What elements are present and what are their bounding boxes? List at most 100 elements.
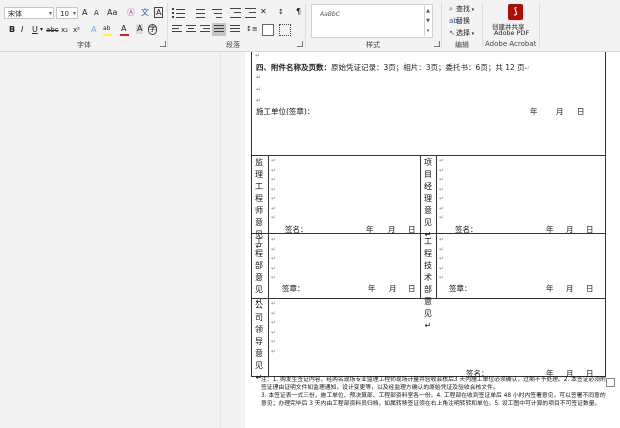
text-effects-button[interactable]: A <box>91 24 96 36</box>
superscript-button[interactable]: x² <box>73 24 80 36</box>
numbering-button[interactable] <box>192 8 206 18</box>
shading-button[interactable] <box>262 24 274 36</box>
paragraph-dialog-launcher-icon[interactable] <box>297 41 303 47</box>
table-col-border <box>436 155 437 298</box>
pm-sign-label: 签名： <box>455 225 478 234</box>
strikethrough-button[interactable]: abc <box>46 24 59 36</box>
supervisor-sign-label: 签名： <box>285 225 308 234</box>
pm-day: 日 <box>586 225 594 234</box>
italic-button[interactable]: I <box>21 24 23 36</box>
attachments-text: 原始凭证记录：3页；相片：3页；委托书：6页；共 12 页 <box>331 63 525 72</box>
sort-icon[interactable]: ↕ <box>278 6 284 18</box>
search-icon: ⌕ <box>449 5 453 13</box>
styles-gallery[interactable]: AaBbC ▲ ▼ ▾ <box>311 4 433 38</box>
gallery-scroll[interactable]: ▲ ▼ ▾ <box>424 6 431 36</box>
editing-group-label: 编辑 <box>455 41 469 49</box>
acrobat-pdf-label[interactable]: Adobe PDF <box>494 29 529 37</box>
footnote-1: 注：1. 购发生签证内容，经两名现场专业监理工程师现场计量并验收会核后3 天内施… <box>261 377 606 391</box>
supervisor-year: 年 <box>366 225 374 234</box>
scroll-up-icon[interactable]: ▲ <box>425 6 431 16</box>
find-label: 查找 <box>456 5 470 13</box>
styles-group-label: 样式 <box>366 41 380 49</box>
phonetic-guide-button[interactable]: 文 <box>141 7 149 19</box>
eng-dept-month: 月 <box>389 284 397 293</box>
engineering-dept-header: 工程部意见↵ <box>255 237 263 306</box>
scroll-down-icon[interactable]: ▼ <box>425 16 431 26</box>
grow-font-button[interactable]: A <box>82 7 87 19</box>
footnote-2: 3. 本签证表一式三份，施工单位、预决算部、工程部资料室各一份。4. 工程部在收… <box>261 393 606 407</box>
more-styles-icon[interactable]: ▾ <box>425 26 431 36</box>
show-marks-icon[interactable]: ¶ <box>296 6 301 18</box>
replace-label: 替换 <box>456 17 470 25</box>
font-dialog-launcher-icon[interactable] <box>160 41 166 47</box>
attachments-heading: 四、附件名称及页数： <box>256 63 331 72</box>
select-label: 选择 <box>456 29 470 37</box>
table-end-marker <box>606 378 615 387</box>
enclose-char-button[interactable]: 字 <box>148 24 157 35</box>
chevron-down-icon: ▾ <box>470 7 475 13</box>
shrink-font-button[interactable]: A <box>94 7 99 19</box>
builder-year: 年 <box>530 107 538 116</box>
line-spacing-icon[interactable]: ↕≡ <box>246 23 258 35</box>
char-border-button[interactable]: A <box>154 7 164 18</box>
select-icon: ↖ <box>449 29 455 37</box>
footnotes: 注：1. 购发生签证内容，经两名现场专业监理工程师现场计量并验收会核后3 天内施… <box>261 376 606 408</box>
paragraph-mark: ↵ <box>256 74 262 81</box>
align-center-button[interactable] <box>186 25 197 34</box>
align-right-button[interactable] <box>200 25 211 34</box>
replace-icon: ab <box>449 17 458 25</box>
char-shading-button[interactable]: A <box>136 24 144 34</box>
align-left-button[interactable] <box>172 25 183 34</box>
builder-day: 日 <box>577 107 585 116</box>
document-margin-area <box>0 52 221 428</box>
distributed-button[interactable] <box>230 25 241 34</box>
tech-dept-year: 年 <box>546 284 554 293</box>
group-separator <box>441 3 442 47</box>
group-separator <box>305 3 306 47</box>
styles-dialog-launcher-icon[interactable] <box>434 41 440 47</box>
increase-indent-button[interactable] <box>245 8 257 18</box>
tech-dept-month: 月 <box>566 284 574 293</box>
font-name-combo[interactable]: 宋体 ▾ <box>4 7 54 19</box>
select-button[interactable]: ↖选择 ▾ <box>449 28 474 38</box>
find-button[interactable]: ⌕ 查找 ▾ <box>449 4 474 14</box>
cell-paragraph-marks: ↵ ↵ ↵ ↵ ↵ <box>439 236 445 281</box>
cell-paragraph-marks: ↵ ↵ ↵ ↵ ↵ ↵ ↵ <box>271 157 277 221</box>
pm-month: 月 <box>566 225 574 234</box>
table-row-border <box>251 155 606 156</box>
clear-format-icon[interactable]: Ⓐ <box>127 7 135 19</box>
ribbon: 宋体 ▾ 10 ▾ A A Aa Ⓐ 文 A B I U ▾ abc x₂ x² A… <box>0 0 620 52</box>
builder-month: 月 <box>556 107 564 116</box>
eng-dept-year: 年 <box>368 284 376 293</box>
underline-button[interactable]: U <box>32 24 38 36</box>
replace-button[interactable]: ab替换 <box>449 16 470 26</box>
font-size-combo[interactable]: 10 ▾ <box>56 7 78 19</box>
project-manager-header: 项目经理意见↵ <box>424 158 432 239</box>
cell-paragraph-marks: ↵ ↵ ↵ ↵ ↵ ↵ <box>271 300 277 355</box>
change-case-button[interactable]: Aa <box>107 7 117 19</box>
chevron-down-icon: ▾ <box>470 31 475 37</box>
cell-paragraph-marks: ↵ ↵ ↵ ↵ ↵ <box>271 236 277 281</box>
highlight-color-swatch <box>103 34 112 36</box>
supervisor-month: 月 <box>388 225 396 234</box>
supervisor-day: 日 <box>408 225 416 234</box>
decrease-indent-button[interactable] <box>230 8 242 18</box>
underline-dropdown-icon[interactable]: ▾ <box>40 24 43 36</box>
subscript-button[interactable]: x₂ <box>61 24 68 36</box>
eng-dept-day: 日 <box>408 284 416 293</box>
chinese-layout-icon[interactable]: ✕ <box>260 6 267 18</box>
table-border-right <box>605 52 606 377</box>
multilevel-list-button[interactable] <box>210 8 224 18</box>
paragraph-mark: ↵ <box>256 86 262 93</box>
style-sample-normal[interactable]: AaBbC <box>320 11 340 18</box>
attachments-line: 四、附件名称及页数：原始凭证记录：3页；相片：3页；委托书：6页；共 12 页↵ <box>256 63 530 72</box>
table-col-border <box>268 155 269 376</box>
bullets-button[interactable] <box>172 8 186 18</box>
tech-dept-day: 日 <box>586 284 594 293</box>
justify-button[interactable] <box>212 23 226 36</box>
acrobat-icon[interactable]: ⟆ <box>508 4 523 20</box>
bold-button[interactable]: B <box>9 24 15 36</box>
table-border-left <box>251 52 252 377</box>
borders-button[interactable] <box>279 24 291 36</box>
table-col-border <box>420 155 421 298</box>
